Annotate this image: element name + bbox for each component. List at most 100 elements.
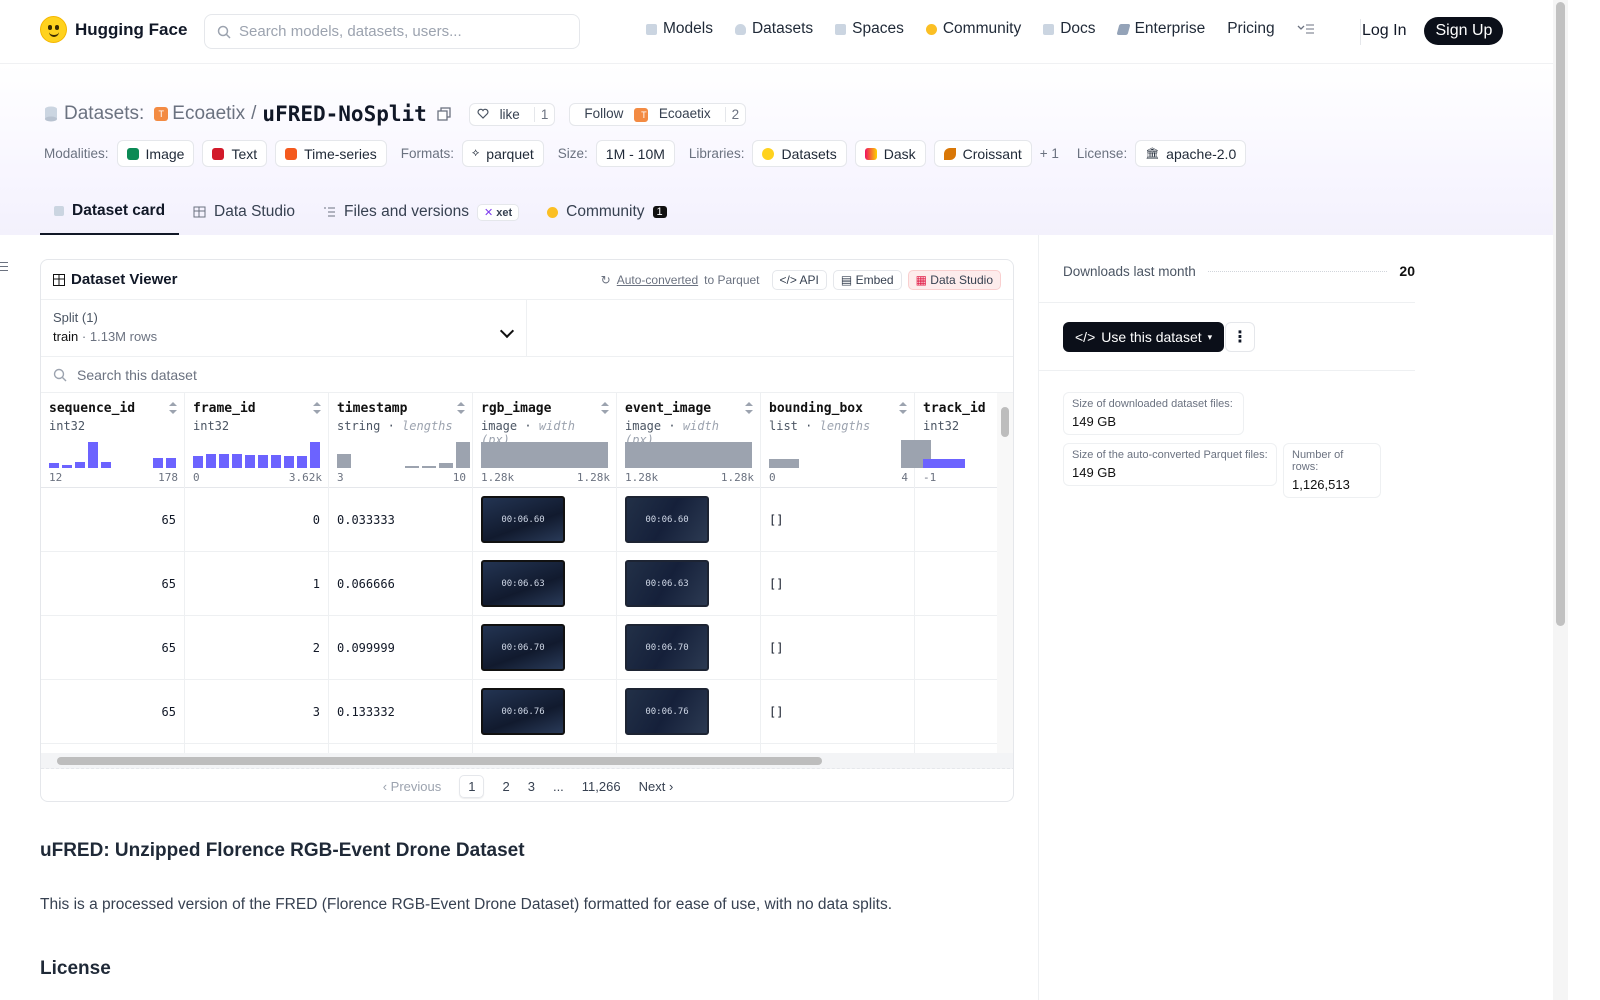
sidebar-toggle-icon[interactable] (0, 262, 8, 276)
table-cell[interactable]: 0.099999 (329, 616, 472, 680)
table-cell[interactable] (915, 488, 998, 552)
prev-page-button[interactable]: ‹ Previous (383, 779, 442, 794)
sort-icon[interactable] (169, 402, 177, 414)
embed-button[interactable]: ▤ Embed (832, 269, 902, 290)
table-cell[interactable]: 65 (41, 488, 184, 552)
sort-icon[interactable] (899, 402, 907, 414)
table-cell[interactable]: 65 (41, 552, 184, 616)
tag-license[interactable]: 🏛 apache-2.0 (1135, 140, 1247, 167)
horizontal-scrollbar[interactable] (41, 753, 1013, 769)
table-cell[interactable]: 65 (41, 680, 184, 744)
page-scrollbar[interactable] (1553, 0, 1568, 1000)
table-cell[interactable]: 00:06.63 (617, 552, 760, 616)
rgb-image-thumbnail[interactable]: 00:06.76 (481, 688, 565, 735)
table-cell[interactable]: 0 (185, 488, 328, 552)
sort-icon[interactable] (745, 402, 753, 414)
next-page-button[interactable]: Next › (639, 779, 674, 794)
login-link[interactable]: Log In (1362, 22, 1406, 40)
tab-dataset-card[interactable]: Dataset card (40, 192, 180, 235)
page-1-button[interactable]: 1 (459, 774, 485, 798)
page-2-button[interactable]: 2 (502, 779, 509, 794)
page-3-button[interactable]: 3 (528, 779, 535, 794)
column-header[interactable]: bounding_box list · lengths 0 4 (761, 393, 931, 488)
dataset-name[interactable]: uFRED-NoSplit (262, 102, 426, 126)
tag-dask[interactable]: Dask (854, 140, 926, 167)
api-button[interactable]: </> API (771, 269, 827, 290)
tab-data-studio[interactable]: Data Studio (179, 192, 309, 235)
more-options-button[interactable]: ⋮ (1225, 322, 1255, 352)
nav-spaces[interactable]: Spaces (835, 20, 904, 38)
last-page-button[interactable]: 11,266 (582, 779, 621, 794)
table-cell[interactable]: [] (761, 488, 914, 552)
auto-converted-link[interactable]: Auto-converted (617, 273, 698, 287)
tag-croissant[interactable]: Croissant (933, 140, 1032, 167)
dataset-search[interactable]: Search this dataset (41, 357, 1013, 393)
sort-icon[interactable] (457, 402, 465, 414)
table-cell[interactable] (915, 616, 998, 680)
split-selector[interactable]: Split (1) train · 1.13M rows (41, 300, 527, 356)
table-cell[interactable]: 00:06.63 (473, 552, 616, 616)
table-cell[interactable]: 00:06.76 (473, 680, 616, 744)
sort-icon[interactable] (313, 402, 321, 414)
tag-text[interactable]: Text (202, 140, 268, 167)
like-button[interactable]: like 1 (468, 102, 556, 126)
data-studio-button[interactable]: ▦ Data Studio (907, 269, 1001, 290)
table-cell[interactable]: 00:06.70 (473, 616, 616, 680)
table-cell[interactable]: 3 (185, 680, 328, 744)
table-cell[interactable]: 00:06.70 (617, 616, 760, 680)
use-dataset-button[interactable]: </> Use this dataset ▾ (1063, 322, 1225, 352)
tag-size[interactable]: 1M - 10M (595, 140, 675, 167)
global-search[interactable] (204, 14, 580, 49)
libraries-more[interactable]: + 1 (1040, 146, 1059, 161)
table-cell[interactable] (915, 552, 998, 616)
table-cell[interactable]: 0.066666 (329, 552, 472, 616)
follow-button[interactable]: Follow T Ecoaetix 2 (569, 102, 747, 126)
tab-community[interactable]: Community 1 (533, 192, 681, 235)
datasets-prefix[interactable]: Datasets: (64, 103, 144, 125)
table-cell[interactable]: 65 (41, 616, 184, 680)
rgb-image-thumbnail[interactable]: 00:06.60 (481, 496, 565, 543)
column-header[interactable]: event_image image · width (px) 1.28k 1.28k (617, 393, 760, 488)
org-link[interactable]: T Ecoaetix (154, 103, 245, 125)
nav-datasets[interactable]: Datasets (734, 20, 813, 38)
rgb-image-thumbnail[interactable]: 00:06.63 (481, 560, 565, 607)
table-cell[interactable]: 0.033333 (329, 488, 472, 552)
nav-community[interactable]: Community (925, 20, 1021, 38)
tag-datasets-lib[interactable]: Datasets (752, 140, 847, 167)
vertical-scrollbar[interactable] (997, 393, 1013, 753)
table-cell[interactable]: [] (761, 616, 914, 680)
event-image-thumbnail[interactable]: 00:06.63 (625, 560, 709, 607)
column-header[interactable]: sequence_id int32 12 178 (41, 393, 184, 488)
table-cell[interactable]: [] (761, 680, 914, 744)
nav-more-menu[interactable] (1297, 23, 1315, 35)
tag-image[interactable]: Image (116, 140, 195, 167)
table-cell[interactable]: 00:06.76 (617, 680, 760, 744)
column-header[interactable]: timestamp string · lengths 3 10 (329, 393, 472, 488)
table-cell[interactable]: 00:06.60 (473, 488, 616, 552)
table-cell[interactable]: 1 (185, 552, 328, 616)
event-image-thumbnail[interactable]: 00:06.76 (625, 688, 709, 735)
tag-time-series[interactable]: Time-series (275, 140, 387, 167)
nav-docs[interactable]: Docs (1043, 20, 1096, 38)
column-header[interactable]: track_id int32 -1 (915, 393, 998, 488)
nav-pricing[interactable]: Pricing (1227, 20, 1274, 38)
event-image-thumbnail[interactable]: 00:06.60 (625, 496, 709, 543)
signup-button[interactable]: Sign Up (1424, 17, 1504, 45)
nav-enterprise[interactable]: Enterprise (1116, 20, 1205, 38)
nav-models[interactable]: Models (646, 20, 713, 38)
event-image-thumbnail[interactable]: 00:06.70 (625, 624, 709, 671)
tag-parquet[interactable]: ⟡ parquet (462, 140, 544, 167)
table-cell[interactable]: 00:06.60 (617, 488, 760, 552)
tab-files-and-versions[interactable]: Files and versions ✕ xet (309, 192, 533, 235)
global-search-input[interactable] (239, 23, 559, 40)
copy-icon[interactable] (437, 107, 451, 121)
column-header[interactable]: frame_id int32 0 3.62k (185, 393, 328, 488)
rgb-image-thumbnail[interactable]: 00:06.70 (481, 624, 565, 671)
column-header[interactable]: rgb_image image · width (px) 1.28k 1.28k (473, 393, 616, 488)
table-cell[interactable] (915, 680, 998, 744)
table-cell[interactable]: 0.133332 (329, 680, 472, 744)
sort-icon[interactable] (601, 402, 609, 414)
table-cell[interactable]: [] (761, 552, 914, 616)
table-cell[interactable]: 2 (185, 616, 328, 680)
brand-logo[interactable]: Hugging Face (40, 16, 187, 43)
